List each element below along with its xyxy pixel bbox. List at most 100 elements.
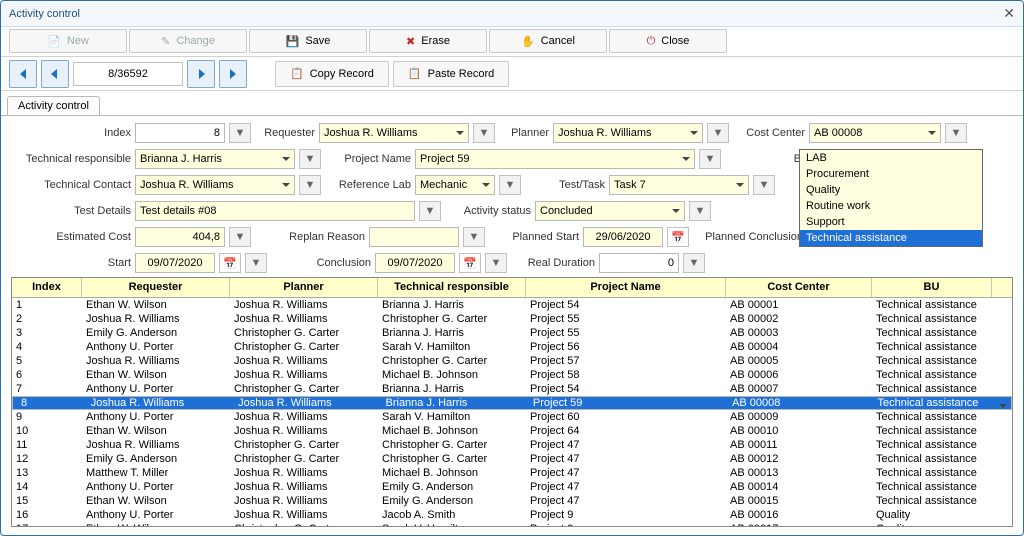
cancel-icon: ✋	[521, 35, 535, 48]
estcost-filter-button[interactable]: ▼	[229, 227, 251, 247]
nav-next-button[interactable]	[187, 60, 215, 88]
testtask-filter-button[interactable]: ▼	[753, 175, 775, 195]
techcontact-filter-button[interactable]: ▼	[299, 175, 321, 195]
table-row[interactable]: 4Anthony U. PorterChristopher G. CarterS…	[12, 340, 1012, 354]
grid-cell: Joshua R. Williams	[230, 480, 378, 494]
start-field[interactable]: 09/07/2020	[135, 253, 215, 273]
conclusion-date-button[interactable]: 📅	[459, 253, 481, 273]
erase-button[interactable]: ✖Erase	[369, 29, 487, 53]
start-date-button[interactable]: 📅	[219, 253, 241, 273]
reflab-select[interactable]: Mechanic	[415, 175, 495, 195]
grid-cell: 13	[12, 466, 82, 480]
change-button[interactable]: ✎Change	[129, 29, 247, 53]
table-row[interactable]: 7Anthony U. PorterChristopher G. CarterB…	[12, 382, 1012, 396]
grid-cell: 15	[12, 494, 82, 508]
requester-select[interactable]: Joshua R. Williams	[319, 123, 469, 143]
bu-option[interactable]: Procurement	[800, 166, 982, 182]
cancel-button[interactable]: ✋Cancel	[489, 29, 607, 53]
plannedstart-date-button[interactable]: 📅	[667, 227, 689, 247]
grid-cell: 10	[12, 424, 82, 438]
table-row[interactable]: 16Anthony U. PorterJoshua R. WilliamsJac…	[12, 508, 1012, 522]
requester-filter-button[interactable]: ▼	[473, 123, 495, 143]
testdetails-field[interactable]: Test details #08	[135, 201, 415, 221]
table-row[interactable]: 10Ethan W. WilsonJoshua R. WilliamsMicha…	[12, 424, 1012, 438]
replan-field[interactable]	[369, 227, 459, 247]
techcontact-select[interactable]: Joshua R. Williams	[135, 175, 295, 195]
nav-prev-button[interactable]	[41, 60, 69, 88]
window-title: Activity control	[9, 8, 80, 20]
grid-cell: AB 00007	[726, 382, 872, 396]
realdur-filter-button[interactable]: ▼	[683, 253, 705, 273]
costcenter-label: Cost Center	[733, 127, 805, 139]
window-close-icon[interactable]: ✕	[1003, 5, 1015, 22]
grid-header-cell[interactable]: Project Name	[526, 278, 726, 297]
grid-cell: Project 47	[526, 438, 726, 452]
table-row[interactable]: 1Ethan W. WilsonJoshua R. WilliamsBriann…	[12, 298, 1012, 312]
grid-cell: Christopher G. Carter	[230, 382, 378, 396]
grid-cell: Ethan W. Wilson	[82, 494, 230, 508]
table-row[interactable]: 14Anthony U. PorterJoshua R. WilliamsEmi…	[12, 480, 1012, 494]
table-row[interactable]: 15Ethan W. WilsonJoshua R. WilliamsEmily…	[12, 494, 1012, 508]
nav-last-button[interactable]	[219, 60, 247, 88]
table-row[interactable]: 2Joshua R. WilliamsJoshua R. WilliamsChr…	[12, 312, 1012, 326]
table-row[interactable]: 5Joshua R. WilliamsJoshua R. WilliamsChr…	[12, 354, 1012, 368]
techresp-filter-button[interactable]: ▼	[299, 149, 321, 169]
table-row[interactable]: 9Anthony U. PorterJoshua R. WilliamsSara…	[12, 410, 1012, 424]
actstatus-filter-button[interactable]: ▼	[689, 201, 711, 221]
grid-header-cell[interactable]: Requester	[82, 278, 230, 297]
testtask-select[interactable]: Task 7	[609, 175, 749, 195]
bu-option[interactable]: Quality	[800, 182, 982, 198]
costcenter-filter-button[interactable]: ▼	[945, 123, 967, 143]
estcost-field[interactable]: 404,8	[135, 227, 225, 247]
replan-filter-button[interactable]: ▼	[463, 227, 485, 247]
actstatus-select[interactable]: Concluded	[535, 201, 685, 221]
new-button[interactable]: 📄New	[9, 29, 127, 53]
save-button[interactable]: 💾Save	[249, 29, 367, 53]
conclusion-field[interactable]: 09/07/2020	[375, 253, 455, 273]
grid-header-cell[interactable]: Index	[12, 278, 82, 297]
plannedstart-field[interactable]: 29/06/2020	[583, 227, 663, 247]
projname-filter-button[interactable]: ▼	[699, 149, 721, 169]
grid-cell: Christopher G. Carter	[378, 354, 526, 368]
table-row[interactable]: 17Ethan W. WilsonChristopher G. CarterSa…	[12, 522, 1012, 526]
table-row[interactable]: 6Ethan W. WilsonJoshua R. WilliamsMichae…	[12, 368, 1012, 382]
grid-header-cell[interactable]: BU	[872, 278, 992, 297]
grid-body[interactable]: 1Ethan W. WilsonJoshua R. WilliamsBriann…	[12, 298, 1012, 526]
table-row[interactable]: 12Emily G. AndersonChristopher G. Carter…	[12, 452, 1012, 466]
bu-option[interactable]: Technical assistance	[800, 230, 982, 246]
table-row[interactable]: 11Joshua R. WilliamsChristopher G. Carte…	[12, 438, 1012, 452]
table-row[interactable]: 3Emily G. AndersonChristopher G. CarterB…	[12, 326, 1012, 340]
grid-header-cell[interactable]: Planner	[230, 278, 378, 297]
conclusion-filter-button[interactable]: ▼	[485, 253, 507, 273]
index-filter-button[interactable]: ▼	[229, 123, 251, 143]
copy-record-button[interactable]: 📋Copy Record	[275, 61, 389, 87]
grid-cell: Technical assistance	[872, 494, 992, 508]
reflab-filter-button[interactable]: ▼	[499, 175, 521, 195]
planner-filter-button[interactable]: ▼	[707, 123, 729, 143]
nav-first-button[interactable]	[9, 60, 37, 88]
costcenter-select[interactable]: AB 00008	[809, 123, 941, 143]
grid-header-cell[interactable]: Cost Center	[726, 278, 872, 297]
realdur-field[interactable]: 0	[599, 253, 679, 273]
tab-activity-control[interactable]: Activity control	[7, 96, 100, 115]
techresp-select[interactable]: Brianna J. Harris	[135, 149, 295, 169]
planner-select[interactable]: Joshua R. Williams	[553, 123, 703, 143]
projname-select[interactable]: Project 59	[415, 149, 695, 169]
index-field[interactable]: 8	[135, 123, 225, 143]
bu-option[interactable]: Routine work	[800, 198, 982, 214]
grid-cell: 2	[12, 312, 82, 326]
close-button[interactable]: ⏻Close	[609, 29, 727, 53]
grid-cell: Christopher G. Carter	[230, 326, 378, 340]
testdetails-filter-button[interactable]: ▼	[419, 201, 441, 221]
paste-record-button[interactable]: 📋Paste Record	[393, 61, 509, 87]
grid-header-cell[interactable]: Technical responsible	[378, 278, 526, 297]
bu-option[interactable]: LAB	[800, 150, 982, 166]
bu-option[interactable]: Support	[800, 214, 982, 230]
grid-cell: Emily G. Anderson	[82, 326, 230, 340]
grid-cell: Project 57	[526, 354, 726, 368]
table-row[interactable]: 8Joshua R. WilliamsJoshua R. WilliamsBri…	[12, 396, 1012, 410]
table-row[interactable]: 13Matthew T. MillerJoshua R. WilliamsMic…	[12, 466, 1012, 480]
bu-dropdown-list[interactable]: LABProcurementQualityRoutine workSupport…	[799, 149, 983, 247]
grid-cell: AB 00003	[726, 326, 872, 340]
start-filter-button[interactable]: ▼	[245, 253, 267, 273]
